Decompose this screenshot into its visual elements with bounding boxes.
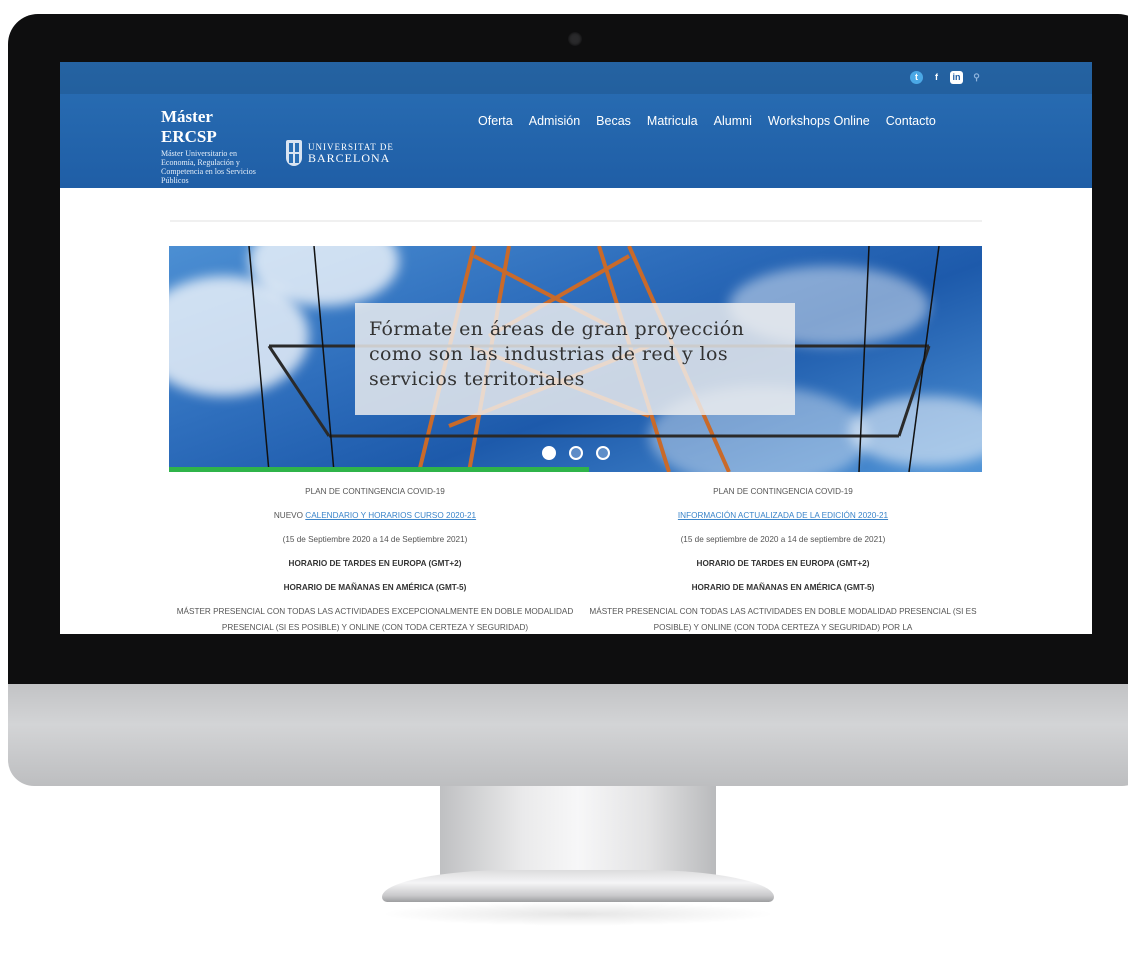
site-logo[interactable]: Máster ERCSP Máster Universitario en Eco… — [161, 107, 271, 185]
updated-info-link[interactable]: INFORMACIÓN ACTUALIZADA DE LA EDICIÓN 20… — [678, 511, 888, 520]
info-left-europe-schedule: HORARIO DE TARDES EN EUROPA (GMT+2) — [288, 559, 462, 568]
slider-progress-bar — [169, 467, 589, 472]
info-column-right: PLAN DE CONTINGENCIA COVID-19 INFORMACIÓ… — [580, 486, 986, 634]
nav-item-oferta[interactable]: Oferta — [470, 114, 521, 128]
site-header: t f in ⚲ Máster ERCSP Máster Universitar… — [60, 62, 1092, 188]
slider-caption: Fórmate en áreas de gran proyección como… — [355, 303, 795, 415]
social-links: t f in ⚲ — [910, 71, 983, 84]
stand-shadow — [380, 902, 776, 926]
nav-item-alumni[interactable]: Alumni — [706, 114, 760, 128]
info-left-prefix: NUEVO — [273, 511, 306, 520]
content-divider — [170, 220, 982, 222]
nav-item-becas[interactable]: Becas — [588, 114, 639, 128]
info-right-dates: (15 de septiembre de 2020 a 14 de septie… — [680, 535, 886, 544]
info-left-dates: (15 de Septiembre 2020 a 14 de Septiembr… — [282, 535, 468, 544]
brand-title: Máster ERCSP — [161, 107, 217, 146]
info-column-left: PLAN DE CONTINGENCIA COVID-19 NUEVO CALE… — [172, 486, 578, 634]
linkedin-icon[interactable]: in — [950, 71, 963, 84]
info-left-modality: MÁSTER PRESENCIAL CON TODAS LAS ACTIVIDA… — [176, 607, 574, 632]
calendar-link[interactable]: CALENDARIO Y HORARIOS CURSO 2020-21 — [305, 511, 476, 520]
main-nav: Oferta Admisión Becas Matricula Alumni W… — [470, 114, 944, 128]
slider-dot-1[interactable] — [542, 446, 556, 460]
browser-screen: t f in ⚲ Máster ERCSP Máster Universitar… — [60, 62, 1092, 634]
webcam — [568, 32, 582, 46]
brand-subtitle: Máster Universitario en Economía, Regula… — [161, 149, 256, 185]
facebook-icon[interactable]: f — [930, 71, 943, 84]
university-line2: BARCELONA — [308, 151, 391, 165]
slider-pagination — [542, 446, 610, 460]
slider-dot-3[interactable] — [596, 446, 610, 460]
info-left-heading: PLAN DE CONTINGENCIA COVID-19 — [305, 487, 445, 496]
info-right-heading: PLAN DE CONTINGENCIA COVID-19 — [713, 487, 853, 496]
monitor-chin — [8, 684, 1128, 786]
nav-item-workshops-online[interactable]: Workshops Online — [760, 114, 878, 128]
nav-item-matricula[interactable]: Matricula — [639, 114, 706, 128]
nav-item-contacto[interactable]: Contacto — [878, 114, 944, 128]
info-right-europe-schedule: HORARIO DE TARDES EN EUROPA (GMT+2) — [696, 559, 870, 568]
university-logo[interactable]: UNIVERSITAT DE BARCELONA — [286, 140, 394, 166]
nav-item-admision[interactable]: Admisión — [521, 114, 588, 128]
info-right-america-schedule: HORARIO DE MAÑANAS EN AMÉRICA (GMT-5) — [691, 583, 875, 592]
search-icon[interactable]: ⚲ — [970, 71, 983, 84]
university-shield-icon — [286, 140, 302, 166]
slider-dot-2[interactable] — [569, 446, 583, 460]
info-right-modality: MÁSTER PRESENCIAL CON TODAS LAS ACTIVIDA… — [589, 607, 977, 632]
monitor-stand-base — [382, 870, 774, 902]
twitter-icon[interactable]: t — [910, 71, 923, 84]
monitor-stand — [440, 786, 716, 882]
slider-caption-text: Fórmate en áreas de gran proyección como… — [369, 318, 745, 390]
hero-slider[interactable]: Fórmate en áreas de gran proyección como… — [169, 246, 982, 472]
info-left-america-schedule: HORARIO DE MAÑANAS EN AMÉRICA (GMT-5) — [283, 583, 467, 592]
